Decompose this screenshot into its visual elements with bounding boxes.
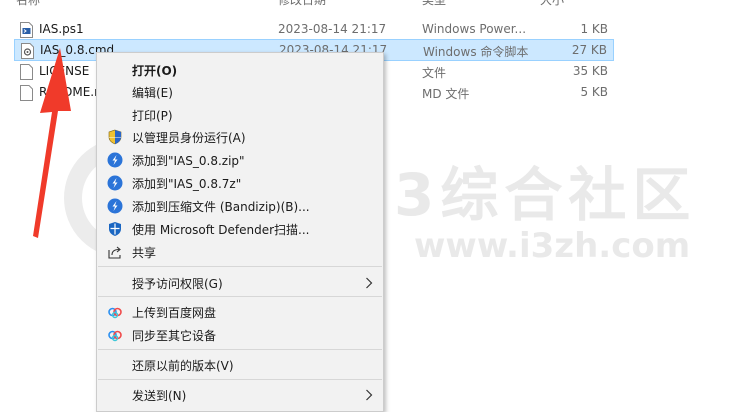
red-annotation-arrow [33, 48, 71, 238]
